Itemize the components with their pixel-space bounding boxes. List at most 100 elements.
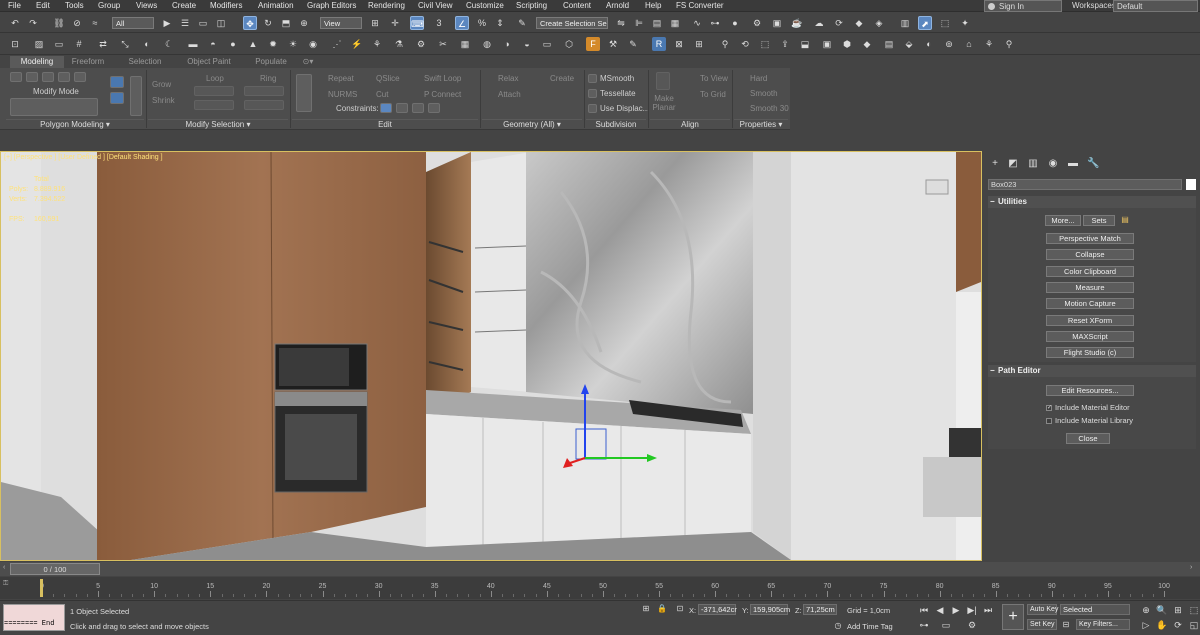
toolbar-icon-17[interactable]: ⚡	[350, 37, 364, 51]
keyboard-shortcut-toggle-icon[interactable]: ⌨	[410, 16, 424, 30]
redo-icon[interactable]: ↷	[26, 16, 40, 30]
render-setup-icon[interactable]: ⚙	[750, 16, 764, 30]
group-edit[interactable]: Edit	[292, 119, 478, 129]
create-panel-icon[interactable]: +	[989, 158, 1001, 170]
utility-button-flight-studio-c[interactable]: Flight Studio (c)	[1046, 347, 1134, 359]
ring-tools[interactable]	[244, 86, 284, 96]
y-coordinate-field[interactable]: 159,905cm	[750, 604, 790, 615]
key-filters-button[interactable]: Key Filters...	[1076, 619, 1130, 630]
utility-button-motion-capture[interactable]: Motion Capture	[1046, 298, 1134, 310]
toolbar-icon-7[interactable]: ◐	[140, 37, 154, 51]
angle-snap-icon[interactable]: ∠	[455, 16, 469, 30]
group-polygon-modeling[interactable]: Polygon Modeling ▾	[6, 119, 144, 129]
sphere-primitive-icon[interactable]: ●	[226, 37, 240, 51]
sets-button[interactable]: Sets	[1083, 215, 1115, 226]
group-geometry[interactable]: Geometry (All) ▾	[482, 119, 582, 129]
use-displacement-button[interactable]: Use Displac...	[600, 104, 649, 113]
menu-item-rendering[interactable]: Rendering	[368, 1, 405, 10]
set-keys-icon[interactable]: +	[1002, 604, 1024, 630]
smooth-button[interactable]: Smooth	[750, 89, 778, 98]
unlink-icon[interactable]: ⊘	[70, 16, 84, 30]
vertex-mode-button[interactable]	[10, 72, 22, 82]
absolute-mode-icon[interactable]: ⊡	[674, 603, 686, 615]
plugin-tool-1-icon[interactable]: ▥	[898, 16, 912, 30]
link-icon[interactable]: ⛓	[52, 16, 66, 30]
object-name-field[interactable]: Box023	[988, 179, 1182, 190]
edit-resources-button[interactable]: Edit Resources...	[1046, 385, 1134, 396]
group-properties[interactable]: Properties ▾	[734, 119, 788, 129]
grid-icon[interactable]: #	[72, 37, 86, 51]
grow-button[interactable]: Grow	[152, 80, 171, 89]
include-material-editor-checkbox[interactable]: ✓ Include Material Editor	[1046, 403, 1130, 412]
group-subdivision[interactable]: Subdivision	[586, 119, 646, 129]
menu-item-arnold[interactable]: Arnold	[606, 1, 629, 10]
menu-item-customize[interactable]: Customize	[466, 1, 504, 10]
polygon-mode-button[interactable]	[58, 72, 70, 82]
zoom-icon[interactable]: 🔍	[1156, 604, 1168, 616]
toolbar-icon-47[interactable]: ⚘	[982, 37, 996, 51]
time-slider-bar[interactable]	[0, 562, 1200, 576]
toolbar-icon-44[interactable]: ◐	[922, 37, 936, 51]
time-tag-icon[interactable]: ◷	[832, 620, 844, 632]
attach-button[interactable]: Attach	[498, 90, 521, 99]
pan-icon[interactable]: ✋	[1156, 619, 1168, 631]
loop-tools-2[interactable]	[194, 100, 234, 110]
hierarchy-panel-icon[interactable]: ▥	[1027, 158, 1039, 170]
percent-snap-icon[interactable]: %	[475, 16, 489, 30]
playhead[interactable]	[40, 579, 43, 597]
configure-sets-icon[interactable]: ▤	[1119, 214, 1131, 226]
time-slider-thumb[interactable]: 0 / 100	[10, 563, 100, 575]
current-frame-field[interactable]: ▭	[940, 619, 952, 631]
tab-populate[interactable]: Populate	[246, 56, 296, 68]
group-align[interactable]: Align	[650, 119, 730, 129]
toolbar-icon-32[interactable]: ⊠	[672, 37, 686, 51]
select-by-name-icon[interactable]: ☰	[178, 16, 192, 30]
more-button[interactable]: More...	[1045, 215, 1081, 226]
toolbar-icon-43[interactable]: ⬙	[902, 37, 916, 51]
arnold-ipr-icon[interactable]: ◈	[872, 16, 886, 30]
toolbar-icon-27[interactable]: ⬡	[562, 37, 576, 51]
msmooth-button[interactable]: MSmooth	[600, 74, 634, 83]
menu-item-fs-converter[interactable]: FS Converter	[676, 1, 724, 10]
utility-button-measure[interactable]: Measure	[1046, 281, 1134, 293]
toolbar-icon-25[interactable]: ◒	[520, 37, 534, 51]
toolbar-icon-24[interactable]: ◑	[500, 37, 514, 51]
ribbon-options-icon[interactable]: ⊙▾	[300, 56, 316, 68]
select-object-icon[interactable]: ▶	[160, 16, 174, 30]
utility-button-maxscript[interactable]: MAXScript	[1046, 330, 1134, 342]
toolbar-icon-5[interactable]: ⇄	[96, 37, 110, 51]
tab-freeform[interactable]: Freeform	[66, 56, 110, 68]
menu-item-views[interactable]: Views	[136, 1, 157, 10]
material-editor-icon[interactable]: ●	[728, 16, 742, 30]
maximize-viewport-icon[interactable]: ⬚	[1188, 604, 1200, 616]
x-coordinate-field[interactable]: -371,642cr	[698, 604, 737, 615]
motion-panel-icon[interactable]: ◉	[1047, 158, 1059, 170]
schematic-view-icon[interactable]: ⊶	[708, 16, 722, 30]
snaps-toggle-icon[interactable]: 3	[432, 16, 446, 30]
zoom-extents-icon[interactable]: ⊕	[1140, 604, 1152, 616]
border-mode-button[interactable]	[42, 72, 54, 82]
select-rotate-icon[interactable]: ↻	[261, 16, 275, 30]
toolbar-icon-39[interactable]: ▣	[820, 37, 834, 51]
modify-stack-area[interactable]	[10, 98, 98, 116]
toolbar-icon-21[interactable]: ✂	[436, 37, 450, 51]
group-modify-selection[interactable]: Modify Selection ▾	[148, 119, 288, 129]
previous-frame-icon[interactable]: ◀	[934, 604, 946, 616]
auto-key-button[interactable]: Auto Key	[1027, 604, 1058, 615]
tessellate-button[interactable]: Tessellate	[600, 89, 636, 98]
next-frame-icon[interactable]: ▶|	[966, 604, 978, 616]
toolbar-icon-34[interactable]: ⚲	[718, 37, 732, 51]
toolbar-icon-36[interactable]: ⬚	[758, 37, 772, 51]
constraint-none-button[interactable]	[380, 103, 392, 113]
plugin-tool-3-icon[interactable]: ⬚	[938, 16, 952, 30]
rendered-frame-window-icon[interactable]: ▣	[770, 16, 784, 30]
utility-button-reset-xform[interactable]: Reset XForm	[1046, 314, 1134, 326]
edit-named-selection-icon[interactable]: ✎	[515, 16, 529, 30]
menu-item-content[interactable]: Content	[563, 1, 591, 10]
loop-button[interactable]: Loop	[206, 74, 224, 83]
nurms-button[interactable]: NURMS	[328, 90, 357, 99]
isolate-selection-icon[interactable]: ⊞	[640, 603, 652, 615]
rect-selection-icon[interactable]: ▭	[196, 16, 210, 30]
toolbar-icon-22[interactable]: ▦	[458, 37, 472, 51]
toolbar-icon-8[interactable]: ☾	[162, 37, 176, 51]
